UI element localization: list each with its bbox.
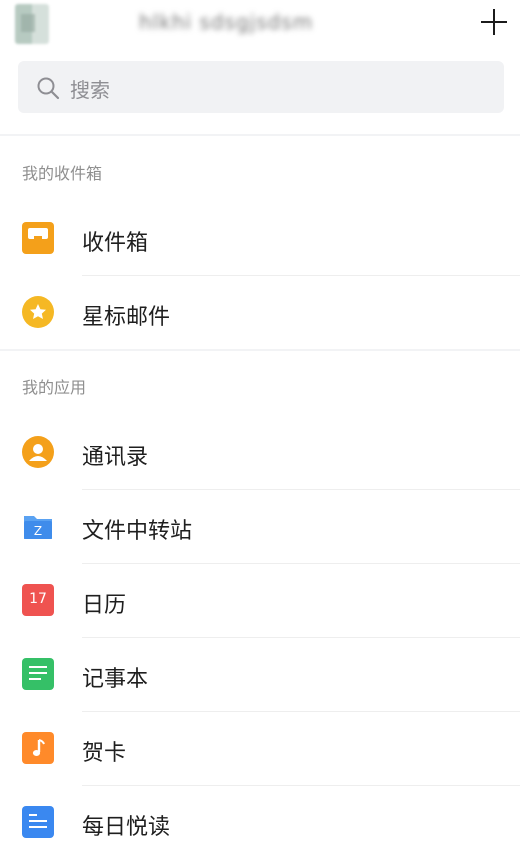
list-item-daily-reading[interactable]: 每日悦读 [0, 788, 520, 860]
avatar[interactable] [15, 4, 49, 44]
row-divider [82, 637, 520, 638]
account-name[interactable]: hlkhi sdsgjsdsm [139, 10, 389, 36]
top-bar: hlkhi sdsgjsdsm [0, 0, 520, 56]
list-item-notepad[interactable]: 记事本 [0, 640, 520, 712]
row-divider [82, 489, 520, 490]
daily-reading-icon [22, 806, 54, 838]
list-item-label: 每日悦读 [82, 815, 171, 840]
list-item-greeting-card[interactable]: 贺卡 [0, 714, 520, 786]
section-title-mailbox: 我的收件箱 [22, 164, 103, 183]
plus-icon[interactable] [481, 9, 507, 35]
list-item-label: 日历 [82, 593, 127, 618]
notepad-icon [22, 658, 54, 690]
section-separator [0, 134, 520, 136]
search-placeholder: 搜索 [70, 78, 110, 102]
row-divider [82, 275, 520, 276]
svg-text:Z: Z [34, 524, 42, 538]
list-item-calendar[interactable]: 17 日历 [0, 566, 520, 638]
list-item-label: 通讯录 [82, 445, 149, 470]
list-item-starred[interactable]: 星标邮件 [0, 278, 520, 350]
list-item-file-transfer[interactable]: Z 文件中转站 [0, 492, 520, 564]
list-item-label: 星标邮件 [82, 305, 171, 330]
list-item-label: 文件中转站 [82, 519, 193, 544]
list-item-label: 记事本 [82, 667, 149, 692]
calendar-icon: 17 [22, 584, 54, 616]
list-item-label: 贺卡 [82, 741, 127, 766]
list-item-contacts[interactable]: 通讯录 [0, 418, 520, 490]
contacts-icon [22, 436, 54, 468]
row-divider [82, 563, 520, 564]
greeting-card-icon [22, 732, 54, 764]
row-divider [82, 711, 520, 712]
search-icon [37, 77, 60, 100]
row-divider [82, 785, 520, 786]
section-title-apps: 我的应用 [22, 378, 87, 397]
calendar-date: 17 [29, 591, 47, 607]
section-separator [0, 349, 520, 351]
inbox-icon [22, 222, 54, 254]
list-item-label: 收件箱 [82, 231, 149, 256]
folder-icon: Z [22, 510, 54, 542]
list-item-inbox[interactable]: 收件箱 [0, 204, 520, 276]
search-input[interactable]: 搜索 [18, 61, 504, 113]
star-icon [22, 296, 54, 328]
